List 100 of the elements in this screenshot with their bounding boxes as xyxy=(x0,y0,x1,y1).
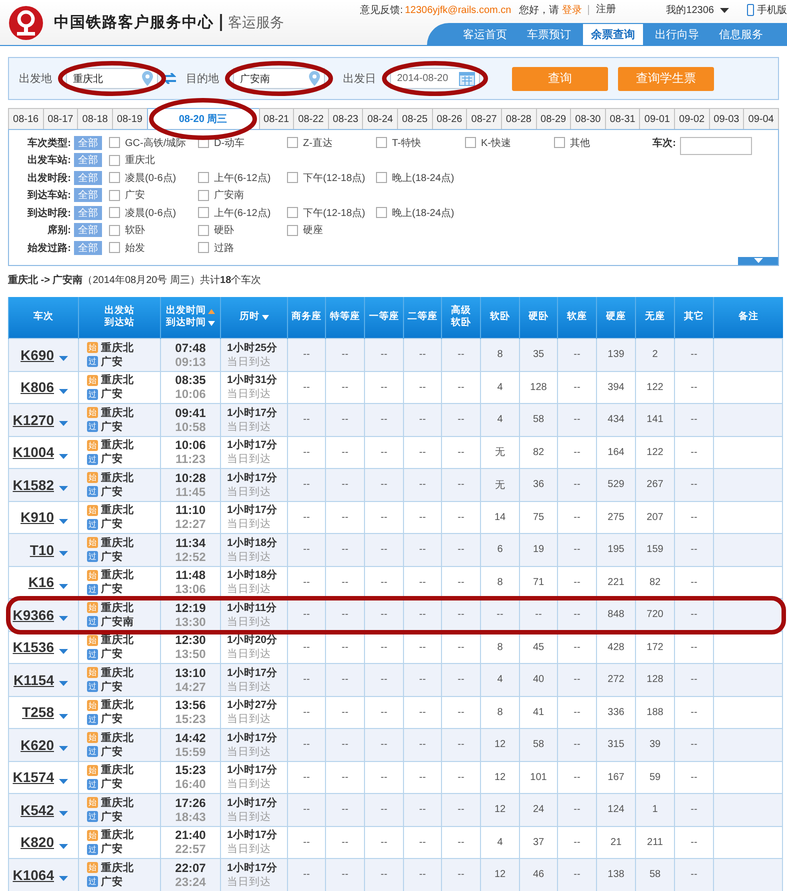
date-tab[interactable]: 09-01 xyxy=(639,108,674,130)
arrival-time: 15:59 xyxy=(174,744,207,759)
date-tab[interactable]: 08-31 xyxy=(604,108,640,130)
departure-time: 09:41 xyxy=(174,406,207,420)
checkbox[interactable] xyxy=(198,172,209,184)
caret-icon[interactable] xyxy=(59,714,68,719)
checkbox[interactable] xyxy=(198,207,209,218)
checkbox[interactable] xyxy=(287,172,298,184)
date-tab[interactable]: 08-21 xyxy=(258,108,294,130)
station-field[interactable]: 广安南 xyxy=(233,68,325,89)
arrival-day-text: 当日到达 xyxy=(227,550,272,564)
duration-text: 1小时17分 xyxy=(227,796,279,810)
checkbox[interactable] xyxy=(109,154,120,166)
caret-icon[interactable] xyxy=(59,876,68,882)
date-tab[interactable]: 08-22 xyxy=(293,108,328,130)
departure-time: 12:19 xyxy=(174,600,207,615)
checkbox[interactable] xyxy=(376,207,387,218)
duration-text: 1小时17分 xyxy=(227,730,279,745)
checkbox-label: 凌晨(0-6点) xyxy=(125,206,176,220)
departure-time: 11:48 xyxy=(174,568,207,582)
date-tab[interactable]: 08-30 xyxy=(570,108,605,130)
sort-down-icon[interactable] xyxy=(262,314,268,320)
table-cell: -- xyxy=(674,468,714,501)
table-cell: -- xyxy=(364,338,404,371)
train-number-link[interactable]: T10 xyxy=(30,542,54,558)
date-tab[interactable]: 09-02 xyxy=(674,108,709,130)
checkbox[interactable] xyxy=(287,207,298,218)
arrival-day-text: 当日到达 xyxy=(227,614,272,629)
caret-icon[interactable] xyxy=(59,518,68,524)
column-header: 出发时间 xyxy=(166,305,206,317)
checkbox[interactable] xyxy=(109,207,120,218)
checkbox[interactable] xyxy=(465,137,476,148)
date-tab[interactable]: 08-28 xyxy=(500,108,536,130)
checkbox[interactable] xyxy=(109,224,120,236)
checkbox[interactable] xyxy=(109,242,120,254)
expand-button[interactable] xyxy=(738,256,778,264)
caret-icon[interactable] xyxy=(59,778,68,784)
checkbox[interactable] xyxy=(109,137,120,148)
register-link[interactable]: 注册 xyxy=(588,5,616,15)
caret-icon[interactable] xyxy=(59,811,68,816)
date-tab[interactable]: 08-26 xyxy=(432,108,466,130)
mobile-link[interactable]: 手机版 xyxy=(757,3,787,17)
caret-icon[interactable] xyxy=(59,454,68,459)
swap-icon[interactable] xyxy=(164,73,176,84)
date-field[interactable]: 2014-08-20 xyxy=(390,68,480,89)
caret-icon[interactable] xyxy=(59,844,68,849)
arrival-day-text: 当日到达 xyxy=(227,810,272,824)
caret-icon[interactable] xyxy=(59,681,68,686)
checkbox[interactable] xyxy=(376,137,387,148)
date-tab[interactable]: 08-24 xyxy=(362,108,397,130)
account-menu-link[interactable]: 我的12306 xyxy=(666,3,714,17)
date-tab[interactable]: 08-16 xyxy=(8,108,43,130)
table-cell: 529 xyxy=(596,468,636,501)
date-tab[interactable]: 08-29 xyxy=(536,108,570,130)
filter-label: 到达车站: xyxy=(26,188,71,202)
checkbox[interactable] xyxy=(376,172,387,184)
caret-icon[interactable] xyxy=(59,388,68,394)
caret-icon[interactable] xyxy=(59,356,68,362)
caret-icon[interactable] xyxy=(59,421,68,426)
date-tab[interactable]: 09-03 xyxy=(708,108,744,130)
checkbox[interactable] xyxy=(109,172,120,184)
station-tag: 过 xyxy=(87,388,98,400)
checkbox[interactable] xyxy=(198,190,209,201)
caret-icon[interactable] xyxy=(59,616,68,622)
station-tag: 始 xyxy=(87,797,98,808)
station-tag: 始 xyxy=(87,407,98,418)
date-tab[interactable]: 08-23 xyxy=(328,108,362,130)
date-tab[interactable]: 08-17 xyxy=(42,108,78,130)
station-tag: 过 xyxy=(87,486,98,498)
checkbox-label: 软卧 xyxy=(125,224,145,238)
date-tab[interactable]: 08-27 xyxy=(466,108,501,130)
sort-down-icon[interactable] xyxy=(208,320,215,326)
table-cell: -- xyxy=(674,794,714,826)
train-number-link[interactable]: K16 xyxy=(28,574,54,590)
sort-up-icon[interactable] xyxy=(208,308,215,314)
checkbox[interactable] xyxy=(287,137,298,148)
caret-icon[interactable] xyxy=(59,551,68,556)
arrival-time: 16:40 xyxy=(174,777,207,792)
date-tab[interactable]: 08-25 xyxy=(397,108,432,130)
checkbox[interactable] xyxy=(554,137,565,148)
departure-time: 10:28 xyxy=(174,470,207,485)
column-header: 到达站 xyxy=(104,317,134,330)
checkbox[interactable] xyxy=(198,242,209,254)
caret-icon[interactable] xyxy=(59,486,68,492)
checkbox[interactable] xyxy=(198,224,209,236)
station-name: 广安 xyxy=(101,387,123,402)
table-cell: -- xyxy=(288,468,326,501)
date-tab[interactable]: 08-19 xyxy=(112,108,146,130)
checkbox[interactable] xyxy=(109,190,120,201)
caret-icon[interactable] xyxy=(59,648,68,654)
nav-tab[interactable]: 余票查询 xyxy=(583,24,643,44)
arrival-time: 12:27 xyxy=(174,517,207,532)
train-number-field[interactable] xyxy=(680,136,752,155)
date-tab[interactable]: 08-18 xyxy=(77,108,112,130)
station-field[interactable]: 重庆北 xyxy=(66,68,158,89)
caret-icon[interactable] xyxy=(59,584,68,589)
date-tab[interactable]: 09-04 xyxy=(743,108,779,130)
caret-icon[interactable] xyxy=(59,746,68,752)
arrival-time: 18:43 xyxy=(174,810,207,824)
checkbox[interactable] xyxy=(287,224,298,236)
